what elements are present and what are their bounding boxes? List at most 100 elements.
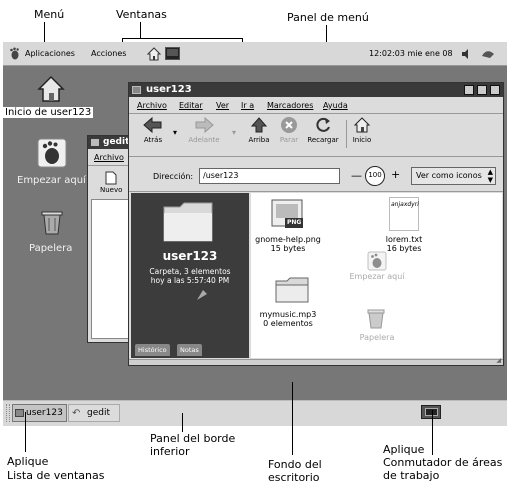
gedit-menu-file[interactable]: Archivo bbox=[94, 153, 124, 162]
leader-windows-stem bbox=[140, 22, 141, 38]
menu-file[interactable]: Archivo bbox=[137, 101, 167, 110]
foot-icon bbox=[9, 47, 21, 62]
applications-menu[interactable]: Aplicaciones bbox=[25, 48, 75, 60]
zoom-in-icon[interactable]: + bbox=[391, 168, 400, 181]
location-label: Dirección: bbox=[153, 172, 194, 181]
sidebar-tab-history[interactable]: Histórico bbox=[135, 344, 170, 356]
gnome-help-png-icon[interactable] bbox=[271, 199, 305, 235]
sidebar-tab-notes[interactable]: Notas bbox=[177, 344, 202, 356]
callout-workspace-3: de trabajo bbox=[383, 469, 440, 482]
home-launcher-icon[interactable] bbox=[146, 46, 162, 64]
gedit-app-icon bbox=[91, 139, 99, 146]
callout-menu-panel: Panel de menú bbox=[287, 11, 369, 24]
back-dropdown-icon[interactable]: ▾ bbox=[173, 128, 177, 137]
stop-icon bbox=[281, 117, 297, 133]
reload-button[interactable]: Recargar bbox=[305, 116, 341, 144]
nautilus-title: user123 bbox=[146, 84, 192, 95]
file-name-gnome-help[interactable]: gnome-help.png bbox=[255, 235, 321, 244]
zoom-level[interactable]: 100 bbox=[365, 166, 385, 186]
stop-button[interactable]: Parar bbox=[275, 116, 303, 144]
callout-window-list-2: Lista de ventanas bbox=[7, 469, 105, 482]
file-size-gnome-help: 15 bytes bbox=[270, 244, 306, 253]
menu-go[interactable]: Ir a bbox=[241, 101, 254, 110]
ghost-start-here-label: Empezar aquí bbox=[349, 272, 405, 281]
view-as-select[interactable]: Ver como iconos ▲ ▼ bbox=[411, 167, 496, 185]
task-button-user123[interactable]: user123 bbox=[12, 404, 67, 422]
forward-arrow-icon bbox=[195, 116, 214, 134]
up-arrow-icon bbox=[250, 117, 268, 133]
ghost-trash-icon bbox=[365, 307, 387, 333]
up-label: Arriba bbox=[248, 136, 270, 144]
volume-icon[interactable] bbox=[461, 49, 471, 61]
mymusic-folder-icon[interactable] bbox=[275, 277, 309, 307]
task-button-gedit[interactable]: ↶ gedit bbox=[68, 404, 120, 422]
notification-icon[interactable] bbox=[481, 48, 495, 62]
file-name-lorem[interactable]: lorem.txt bbox=[379, 235, 429, 244]
png-badge: PNG bbox=[287, 219, 302, 226]
back-button[interactable]: Atrás bbox=[139, 116, 167, 144]
zoom-out-icon[interactable]: — bbox=[351, 169, 362, 182]
lorem-preview-text: anjaxdyri bbox=[391, 201, 419, 208]
close-button[interactable] bbox=[490, 85, 500, 95]
leader-windows-horizontal bbox=[122, 38, 243, 39]
callout-windows: Ventanas bbox=[116, 8, 167, 21]
leader-desktop-bg bbox=[292, 382, 293, 455]
resize-grip-icon[interactable]: ◢ bbox=[496, 357, 501, 364]
location-input[interactable]: /user123 bbox=[199, 168, 340, 184]
sidebar-info-line2: hoy a las 5:57:40 PM bbox=[150, 276, 230, 285]
menu-help[interactable]: Ayuda bbox=[323, 101, 348, 110]
sidebar-tab-history-label: Histórico bbox=[138, 346, 167, 354]
start-here-icon[interactable] bbox=[37, 138, 67, 172]
actions-menu[interactable]: Acciones bbox=[91, 48, 126, 60]
folder-icon-large bbox=[162, 201, 214, 247]
nautilus-titlebar[interactable]: user123 bbox=[129, 83, 503, 97]
nautilus-menubar: Archivo Editar Ver Ir a Marcadores Ayuda bbox=[129, 98, 503, 112]
desktop-screen: Aplicaciones Acciones 12:02:03 mie ene 0… bbox=[3, 42, 507, 426]
task-gedit-label: gedit bbox=[87, 408, 110, 418]
leader-bottom-panel bbox=[182, 413, 183, 432]
nautilus-window[interactable]: user123 Archivo Editar Ver Ir a Marcador… bbox=[128, 82, 504, 366]
sidebar: user123 Carpeta, 3 elementos hoy a las 5… bbox=[131, 193, 249, 358]
callout-workspace-1: Aplique bbox=[383, 443, 425, 456]
file-name-mymusic[interactable]: mymusic.mp3 bbox=[255, 310, 321, 319]
home-icon-label: Inicio de user123 bbox=[3, 107, 94, 118]
top-panel: Aplicaciones Acciones 12:02:03 mie ene 0… bbox=[3, 42, 507, 66]
reload-icon bbox=[316, 117, 330, 132]
minimize-button[interactable] bbox=[464, 85, 474, 95]
clock[interactable]: 12:02:03 mie ene 08 bbox=[369, 48, 453, 60]
view-as-value: Ver como iconos bbox=[416, 171, 482, 180]
trash-icon[interactable] bbox=[39, 208, 65, 240]
leader-window-list bbox=[25, 412, 26, 452]
leader-workspace bbox=[432, 410, 433, 455]
ghost-trash-label: Papelera bbox=[359, 333, 395, 342]
home-button[interactable]: Inicio bbox=[349, 116, 375, 144]
panel-handle[interactable] bbox=[6, 404, 10, 422]
menu-bookmarks[interactable]: Marcadores bbox=[267, 101, 313, 110]
back-arrow-icon bbox=[143, 116, 162, 134]
gedit-title: gedit bbox=[103, 137, 130, 147]
start-here-label: Empezar aquí bbox=[17, 175, 86, 186]
callout-window-list-1: Aplique bbox=[7, 455, 49, 468]
forward-button[interactable]: Adelante bbox=[184, 116, 224, 144]
terminal-launcher-icon[interactable] bbox=[165, 47, 180, 62]
callout-desktop-bg-1: Fondo del bbox=[268, 458, 322, 471]
nautilus-window-icon bbox=[132, 86, 141, 94]
menu-view[interactable]: Ver bbox=[216, 101, 229, 110]
stop-label: Parar bbox=[279, 136, 299, 144]
nautilus-toolbar: Atrás ▾ Adelante ▾ Arriba Parar Recargar bbox=[129, 114, 503, 156]
workspace-switcher[interactable] bbox=[421, 405, 441, 419]
task-user123-label: user123 bbox=[26, 408, 63, 418]
file-area[interactable]: PNG gnome-help.png 15 bytes anjaxdyri lo… bbox=[251, 193, 502, 358]
up-button[interactable]: Arriba bbox=[245, 116, 273, 144]
home-icon-small bbox=[353, 117, 371, 133]
menu-edit[interactable]: Editar bbox=[179, 101, 203, 110]
reload-label: Recargar bbox=[307, 136, 339, 144]
view-as-arrows-icon: ▲ ▼ bbox=[487, 168, 493, 184]
home-icon[interactable] bbox=[36, 74, 66, 108]
statusbar bbox=[129, 359, 503, 365]
gedit-new-label[interactable]: Nuevo bbox=[100, 186, 122, 194]
sidebar-info-line1: Carpeta, 3 elementos bbox=[149, 267, 231, 276]
forward-dropdown-icon[interactable]: ▾ bbox=[232, 128, 236, 137]
maximize-button[interactable] bbox=[477, 85, 487, 95]
home-label: Inicio bbox=[352, 136, 372, 144]
